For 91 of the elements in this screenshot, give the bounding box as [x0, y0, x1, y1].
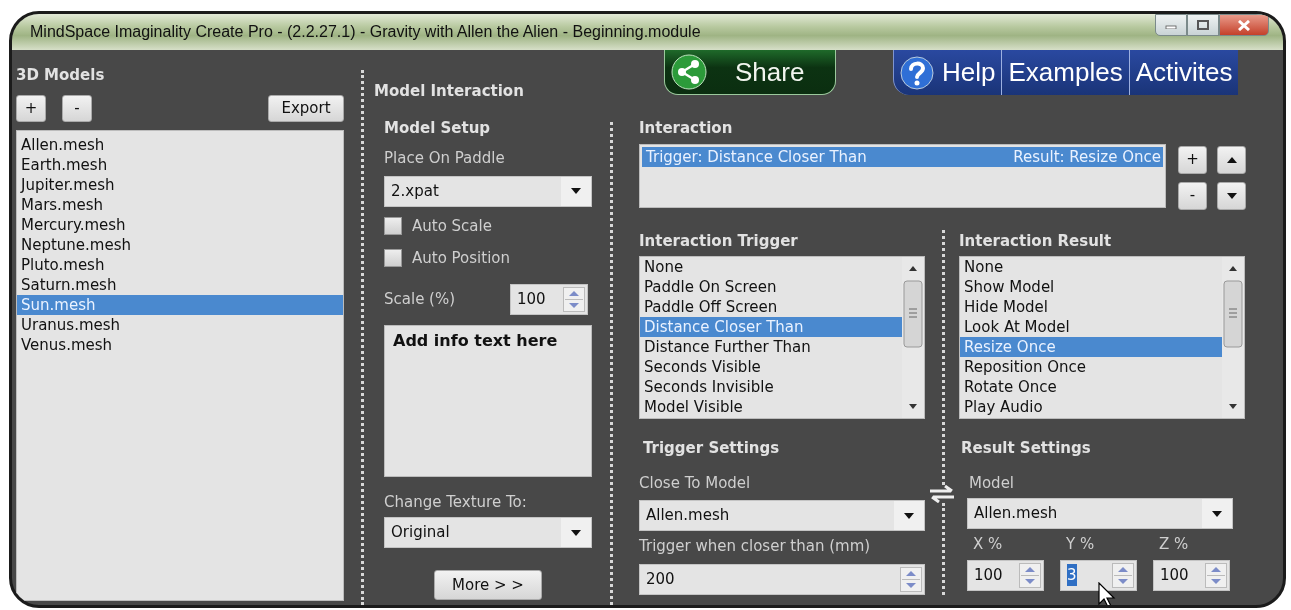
section-title: Interaction Result [959, 230, 1113, 252]
spin-buttons[interactable] [1019, 562, 1041, 588]
section-title: Interaction Trigger [639, 230, 799, 252]
caret-icon [571, 529, 581, 536]
number-field[interactable]: 100 [967, 559, 1044, 591]
list-item[interactable]: Hide Model [960, 297, 1222, 317]
section-title: Trigger Settings [643, 438, 781, 459]
tab-link[interactable]: Activites [1128, 50, 1239, 95]
list-item[interactable]: Allen.mesh [17, 134, 343, 155]
caret-icon [904, 512, 914, 519]
list-item[interactable]: Look At Model [960, 317, 1222, 337]
list-item[interactable]: Distance Further Than [640, 337, 902, 357]
spin-buttons[interactable] [900, 566, 922, 592]
result-text: Result: Resize Once [1013, 146, 1162, 167]
panel-title: 3D Models [16, 65, 106, 86]
list-item[interactable]: Rotate Once [960, 377, 1222, 397]
model-dropdown[interactable]: Allen.mesh [639, 500, 925, 531]
close-button[interactable] [1219, 14, 1269, 36]
remove-button[interactable]: - [62, 94, 92, 122]
text-area[interactable]: Add info text here [384, 324, 592, 477]
trigger-text: Trigger: Distance Closer Than [646, 146, 867, 167]
tab-link[interactable]: Examples [1001, 50, 1129, 95]
model-list[interactable]: Allen.mesh Earth.mesh Jupiter.mesh Mars.mesh Mercury.mesh Neptune.mesh Pluto.mesh Saturn.mesh Sun.mesh Uranus.mesh Venus.mesh [16, 129, 344, 601]
field-label: Trigger when closer than (mm) [639, 536, 872, 557]
field-label: Place On Paddle [384, 148, 506, 169]
window-title: MindSpace Imaginality Create Pro - (2.2.27.1) - Gravity with Allen the Alien - Beginning.module [30, 22, 701, 42]
axis-label: Y % [1065, 534, 1096, 555]
caret-icon [571, 188, 581, 194]
maximize-button[interactable] [1187, 14, 1219, 36]
more-button[interactable]: More > > [434, 570, 542, 600]
list-item[interactable]: Play Audio [960, 397, 1222, 417]
maximize-icon [1197, 20, 1209, 30]
move-down-button[interactable] [1217, 181, 1246, 210]
list-item[interactable]: Earth.mesh [17, 154, 343, 175]
number-field[interactable]: 200 [639, 563, 925, 595]
list-item[interactable]: Mars.mesh [17, 194, 343, 215]
move-up-button[interactable] [1217, 145, 1246, 174]
list-item[interactable]: Saturn.mesh [17, 274, 343, 295]
number-field[interactable]: 100 [510, 283, 588, 315]
field-label: Close To Model [639, 472, 752, 494]
swap-arrows-icon [929, 484, 955, 503]
list-item[interactable]: Paddle On Screen [640, 277, 902, 297]
help-icon [900, 55, 934, 90]
section-title: Model Interaction [374, 81, 525, 102]
spin-buttons[interactable] [1112, 562, 1134, 588]
list-item[interactable]: Venus.mesh [17, 334, 343, 355]
down-arrow-icon [1226, 192, 1237, 199]
list-item[interactable]: Mercury.mesh [17, 214, 343, 235]
list-item[interactable]: Paddle Off Screen [640, 297, 902, 317]
section-title: Interaction [639, 118, 734, 139]
axis-label: Z % [1158, 534, 1190, 555]
list-item[interactable]: Reposition Once [960, 357, 1222, 377]
field-label: Change Texture To: [384, 491, 528, 513]
paddle-dropdown[interactable]: 2.xpat [384, 175, 592, 207]
remove-button[interactable]: - [1178, 181, 1207, 210]
checkbox-label: Auto Scale [412, 215, 492, 237]
list-item[interactable]: Seconds Visible [640, 357, 902, 377]
list-item[interactable]: Show Model [960, 277, 1222, 297]
list-item[interactable]: None [640, 257, 902, 277]
list-item[interactable]: Model Visible [640, 397, 902, 417]
checkbox-label: Auto Position [412, 248, 510, 269]
list-item[interactable]: Neptune.mesh [17, 234, 343, 255]
add-button[interactable]: + [16, 94, 46, 122]
texture-dropdown[interactable]: Original [384, 517, 592, 548]
spin-buttons[interactable] [1205, 562, 1227, 588]
number-field[interactable]: 3 [1060, 559, 1137, 591]
section-title: Result Settings [961, 438, 1092, 459]
help-link[interactable]: Help [893, 50, 1002, 95]
axis-label: X % [972, 534, 1004, 555]
section-title: Model Setup [384, 117, 492, 139]
export-button[interactable]: Export [268, 94, 344, 122]
field-label: Scale (%) [384, 288, 456, 310]
list-item[interactable]: Seconds Invisible [640, 377, 902, 397]
list-item[interactable]: Uranus.mesh [17, 314, 343, 335]
list-item[interactable]: None [960, 257, 1222, 277]
caret-icon [1212, 510, 1222, 517]
up-arrow-icon [1226, 156, 1237, 163]
mouse-pointer-icon [1098, 582, 1116, 605]
share-icon [671, 54, 707, 90]
list-item[interactable]: Jupiter.mesh [17, 174, 343, 195]
close-icon [1238, 19, 1250, 31]
field-label: Model [969, 472, 1016, 494]
checkbox[interactable] [384, 216, 402, 235]
checkbox[interactable] [384, 249, 402, 268]
list-item[interactable]: Pluto.mesh [17, 254, 343, 275]
number-field[interactable]: 100 [1153, 559, 1230, 591]
spin-buttons[interactable] [563, 286, 585, 312]
model-dropdown[interactable]: Allen.mesh [967, 498, 1233, 529]
share-button[interactable]: Share [664, 50, 836, 95]
minimize-button[interactable] [1155, 14, 1187, 36]
add-button[interactable]: + [1178, 145, 1207, 174]
